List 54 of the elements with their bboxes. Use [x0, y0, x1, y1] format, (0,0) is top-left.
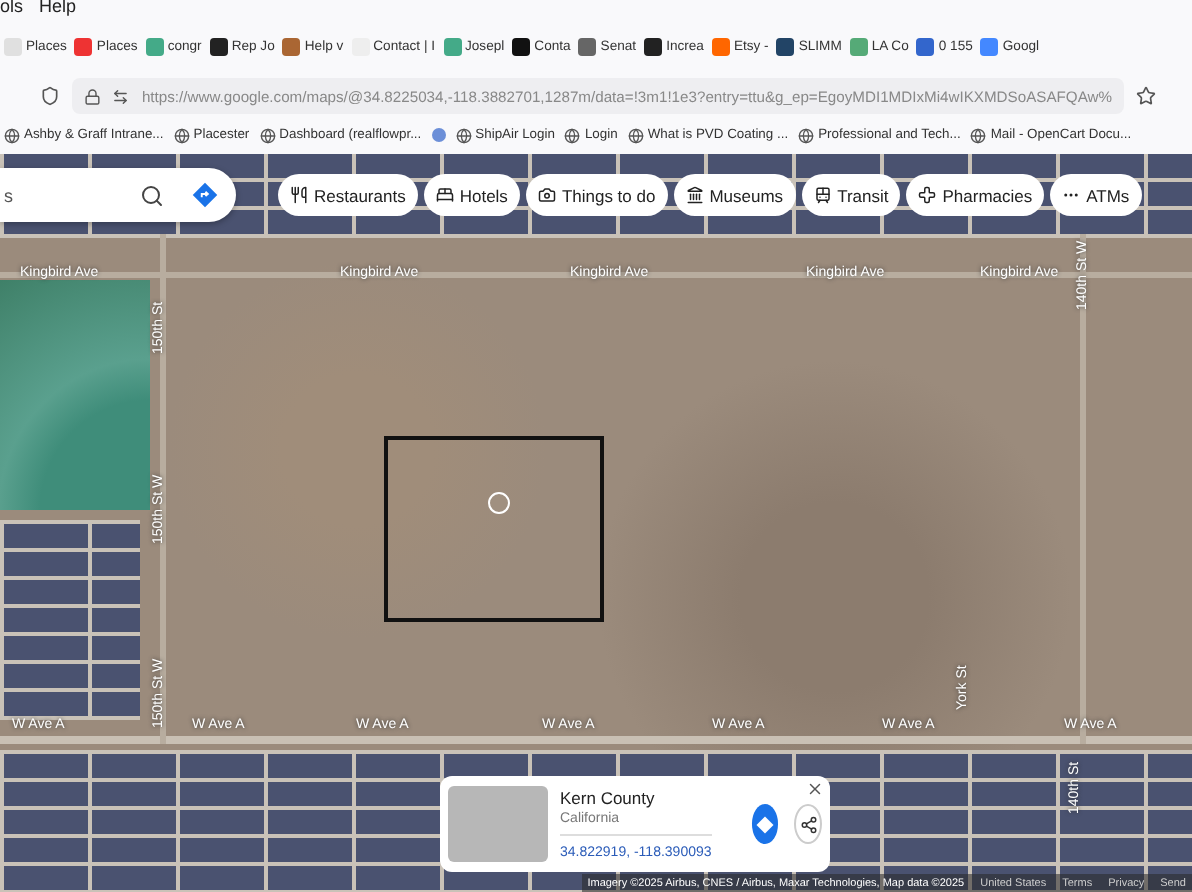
- favicon-icon: [282, 37, 301, 55]
- globe-icon: [4, 127, 20, 143]
- globe-icon: [173, 127, 190, 143]
- share-icon: [799, 815, 818, 833]
- search-field[interactable]: s: [0, 168, 236, 222]
- favicon-icon: [4, 37, 22, 55]
- globe-icon: [259, 127, 276, 143]
- search-icon[interactable]: [140, 183, 164, 207]
- close-icon: [806, 780, 824, 798]
- directions-icon: [192, 182, 218, 208]
- category-chip[interactable]: Museums: [673, 174, 796, 216]
- favicon-icon: [74, 37, 93, 55]
- close-button[interactable]: [806, 780, 824, 798]
- directions-icon: [755, 815, 774, 833]
- photo-placeholder: [448, 786, 548, 862]
- globe-icon: [455, 127, 472, 143]
- favicon-icon: [711, 37, 730, 55]
- globe-icon: [970, 127, 987, 143]
- arrows-icon: [112, 87, 130, 105]
- star-icon[interactable]: [1136, 86, 1156, 106]
- favicon-icon: [849, 37, 868, 55]
- favicon-icon: [980, 37, 999, 55]
- category-chip[interactable]: Restaurants: [278, 174, 418, 216]
- location-pin-icon: [488, 492, 510, 514]
- category-icon: [435, 186, 454, 204]
- category-icon: [537, 186, 556, 204]
- favicon-icon: [578, 37, 597, 55]
- favicon-icon: [644, 37, 663, 55]
- favicon-icon: [916, 37, 935, 55]
- category-chip[interactable]: Pharmacies: [906, 174, 1045, 216]
- favicon-icon: [443, 37, 461, 55]
- place-title: Kern County: [560, 788, 657, 808]
- globe-icon: [627, 127, 644, 143]
- directions-button[interactable]: [192, 182, 218, 208]
- favicon-icon: [209, 37, 228, 55]
- category-icon: [813, 186, 832, 204]
- shield-icon[interactable]: [40, 86, 60, 106]
- bookmark-icon[interactable]: [431, 128, 446, 142]
- category-chip[interactable]: ATMs: [1050, 174, 1142, 216]
- category-chip[interactable]: Transit: [801, 174, 901, 216]
- category-icon: [685, 186, 704, 204]
- favicon-icon: [145, 37, 164, 55]
- directions-button[interactable]: [751, 804, 779, 844]
- share-button[interactable]: [794, 804, 822, 844]
- category-chip[interactable]: Hotels: [423, 174, 520, 216]
- globe-icon: [564, 127, 581, 143]
- category-icon: [918, 186, 937, 204]
- lock-icon: [84, 87, 101, 105]
- category-icon: [290, 186, 308, 204]
- satellite-map[interactable]: [0, 154, 1192, 892]
- favicon-icon: [512, 37, 531, 55]
- category-chip[interactable]: Things to do: [525, 174, 668, 216]
- favicon-icon: [776, 37, 795, 55]
- globe-icon: [798, 127, 815, 143]
